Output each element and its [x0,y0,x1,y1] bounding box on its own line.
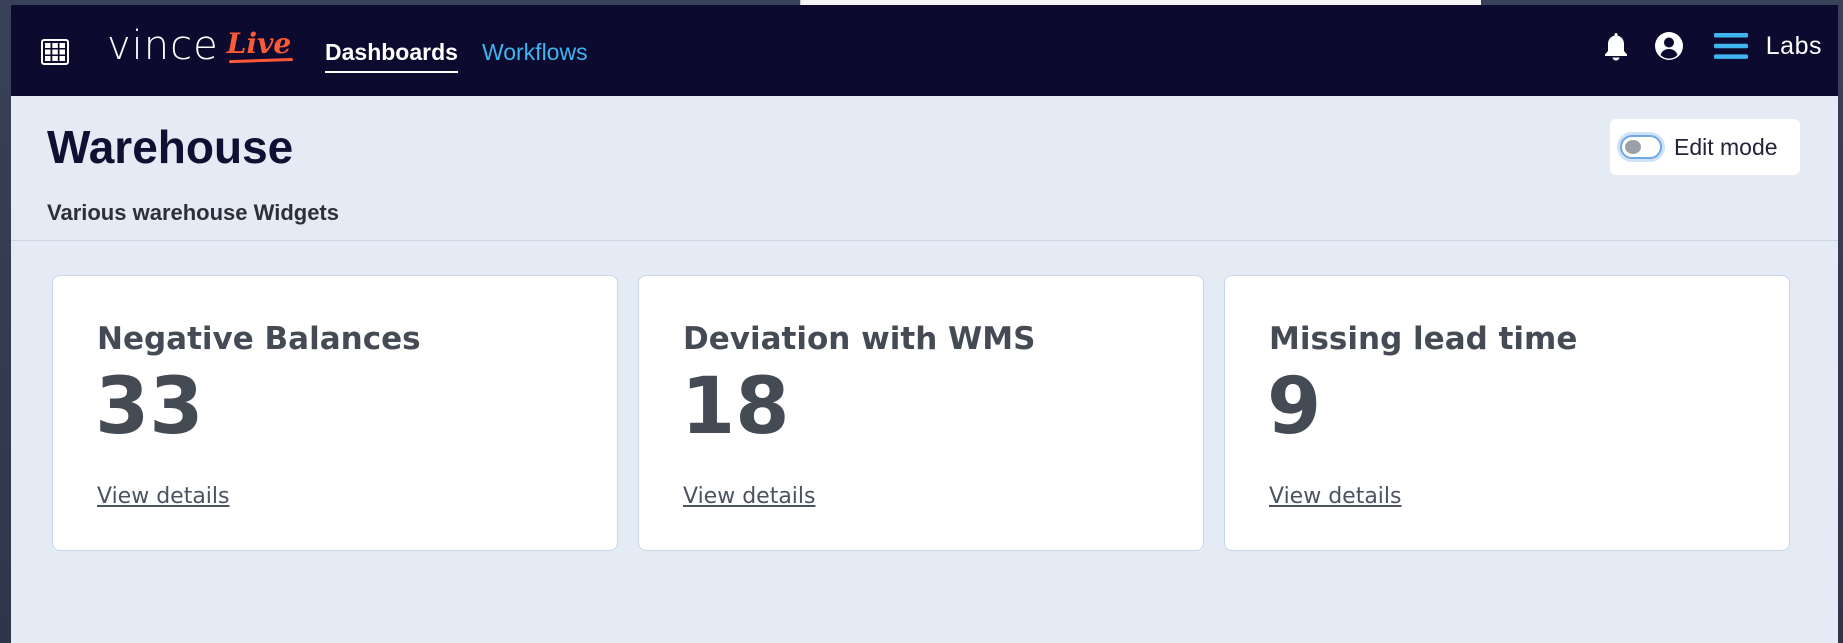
page-subtitle: Various warehouse Widgets [47,200,339,225]
toggle-knob [1625,140,1641,154]
widget-deviation-with-wms: Deviation with WMS 18 View details [638,275,1204,551]
widget-title: Deviation with WMS [683,321,1036,357]
labs-label[interactable]: Labs [1766,32,1822,61]
nav-right-controls: Labs [1602,31,1822,61]
view-details-link[interactable]: View details [97,484,230,509]
widgets-row: Negative Balances 33 View details Deviat… [52,275,1790,551]
edit-mode-toggle[interactable]: Edit mode [1610,119,1800,175]
widget-value: 33 [95,362,204,452]
main-nav: Dashboards Workflows [325,39,588,73]
view-details-link[interactable]: View details [1269,484,1402,509]
vince-live-logo[interactable]: vince Live [107,23,291,73]
hamburger-menu-icon[interactable] [1713,31,1748,61]
widget-negative-balances: Negative Balances 33 View details [52,275,618,551]
user-circle-icon[interactable] [1654,31,1684,61]
widget-missing-lead-time: Missing lead time 9 View details [1224,275,1790,551]
view-details-link[interactable]: View details [683,484,816,509]
nav-link-workflows[interactable]: Workflows [482,39,588,73]
widget-value: 9 [1267,362,1322,452]
widget-title: Negative Balances [97,321,421,357]
edit-mode-label: Edit mode [1674,133,1778,160]
nav-link-dashboards[interactable]: Dashboards [325,39,458,73]
toggle-switch[interactable] [1620,135,1662,159]
logo-text: vince [107,23,219,69]
page-header: Warehouse Various warehouse Widgets Edit… [11,96,1838,241]
logo-accent-text: Live [226,27,292,60]
apps-grid-icon[interactable] [41,39,69,65]
widget-title: Missing lead time [1269,321,1578,357]
bell-icon[interactable] [1602,31,1630,61]
page-title: Warehouse [47,121,294,173]
app-window: vince Live Dashboards Workflows Labs War… [11,5,1838,643]
widget-value: 18 [681,362,790,452]
top-navbar: vince Live Dashboards Workflows Labs [11,5,1838,96]
